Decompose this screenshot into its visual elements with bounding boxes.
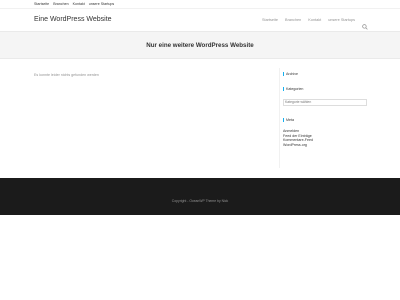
site-footer: Copyright - OceanWP Theme by Nick bbox=[0, 178, 400, 215]
menu-item-unsere-startups[interactable]: unsere Startups bbox=[328, 18, 355, 22]
meta-link-wordpress-org[interactable]: WordPress.org bbox=[283, 143, 313, 148]
no-results-notice: Es konnte leider nichts gefunden werden bbox=[34, 73, 99, 77]
menu-item-kontakt[interactable]: Kontakt bbox=[308, 18, 321, 22]
top-bar: Startseite Branchen Kontakt unsere Start… bbox=[0, 0, 400, 9]
meta-list: Anmelden Feed der Einträge Kommentare-Fe… bbox=[283, 129, 313, 147]
site-header: Eine WordPress Website Startseite Branch… bbox=[0, 9, 400, 31]
copyright-text: Copyright - OceanWP Theme by Nick bbox=[171, 199, 229, 203]
sidebar: Archive Kategorien Kategorie wählen Meta… bbox=[279, 68, 367, 168]
top-menu-item-branchen[interactable]: Branchen bbox=[53, 1, 68, 7]
page-header: Nur eine weitere WordPress Website bbox=[0, 31, 400, 59]
site-title[interactable]: Eine WordPress Website bbox=[34, 16, 112, 23]
top-menu-item-unsere-startups[interactable]: unsere Startups bbox=[89, 1, 114, 7]
top-menu-item-kontakt[interactable]: Kontakt bbox=[73, 1, 85, 7]
main-menu: Startseite Branchen Kontakt unsere Start… bbox=[255, 17, 368, 30]
top-bar-menu: Startseite Branchen Kontakt unsere Start… bbox=[34, 1, 118, 7]
search-icon[interactable] bbox=[362, 17, 368, 30]
page-title: Nur eine weitere WordPress Website bbox=[146, 42, 254, 49]
meta-widget-title: Meta bbox=[283, 118, 294, 122]
categories-widget-title: Kategorien bbox=[283, 87, 303, 91]
top-menu-item-startseite[interactable]: Startseite bbox=[34, 1, 49, 7]
menu-item-branchen[interactable]: Branchen bbox=[285, 18, 301, 22]
archive-widget-title: Archive bbox=[283, 72, 298, 76]
categories-dropdown[interactable]: Kategorie wählen bbox=[283, 99, 367, 106]
menu-item-startseite[interactable]: Startseite bbox=[262, 18, 278, 22]
